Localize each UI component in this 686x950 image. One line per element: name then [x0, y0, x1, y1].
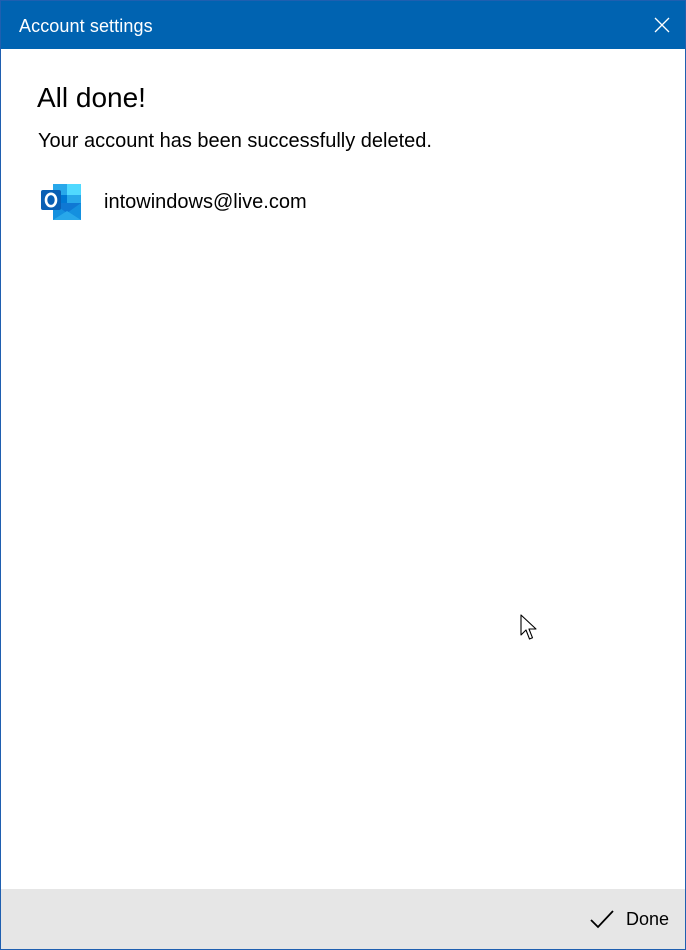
account-item: intowindows@live.com [39, 181, 307, 223]
window-title: Account settings [19, 16, 153, 36]
done-label: Done [625, 909, 669, 929]
mouse-pointer-icon [520, 614, 537, 640]
account-settings-window: Account settings All done! Your account … [0, 0, 686, 950]
status-message: Your account has been successfully delet… [38, 130, 432, 152]
outlook-icon [39, 181, 83, 223]
account-email: intowindows@live.com [104, 191, 307, 213]
footer-bar: Done [1, 889, 685, 949]
close-icon [654, 17, 670, 33]
close-button[interactable] [639, 1, 685, 49]
page-heading: All done! [37, 82, 146, 113]
title-bar: Account settings [1, 1, 685, 49]
done-button[interactable]: Done [589, 904, 669, 934]
checkmark-icon [590, 910, 614, 929]
